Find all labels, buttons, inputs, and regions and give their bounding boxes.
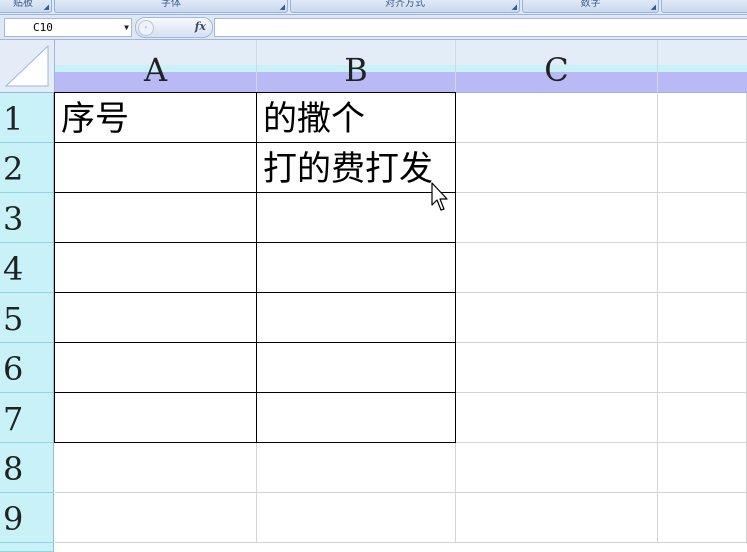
cell-d3[interactable] [658,193,747,243]
ribbon-group-labels: 贴板 ◢ 字体 ◢ 对齐方式 ◢ 数字 ◢ 样 [0,0,747,15]
ribbon-group-clipboard[interactable]: 贴板 ◢ [0,0,52,13]
cell-d1[interactable] [658,93,747,143]
row-header-6[interactable]: 6 [0,343,54,393]
row-header-9[interactable]: 9 [0,493,54,543]
cell-d8[interactable] [658,443,747,493]
ribbon-group-alignment[interactable]: 对齐方式 ◢ [290,0,520,13]
cell-a4[interactable] [55,243,257,293]
cell-b3[interactable] [257,193,456,243]
cell-c4[interactable] [456,243,658,293]
cell-c7[interactable] [456,393,658,443]
row-header-3[interactable]: 3 [0,193,54,243]
dialog-launcher-icon[interactable]: ◢ [512,0,517,12]
cell-b6[interactable] [257,343,456,393]
ribbon-group-number[interactable]: 数字 ◢ [522,0,659,13]
select-all-triangle-icon [4,44,49,87]
cell-b5[interactable] [257,293,456,343]
cell-a9[interactable] [55,493,257,543]
name-box[interactable]: C10 ▼ [4,18,132,37]
cell-c9[interactable] [456,493,658,543]
row-header-7[interactable]: 7 [0,393,54,443]
cell-a2[interactable] [55,143,257,193]
cell-d6[interactable] [658,343,747,393]
cell-b1[interactable]: 的撒个 [257,93,456,143]
cell-b4[interactable] [257,243,456,293]
column-header-c[interactable]: C [456,40,658,93]
cell-a6[interactable] [55,343,257,393]
cell-c5[interactable] [456,293,658,343]
formula-input[interactable] [214,18,747,37]
select-all-button[interactable] [0,40,55,93]
cell-b8[interactable] [257,443,456,493]
ribbon-group-font[interactable]: 字体 ◢ [54,0,288,13]
row-header-10[interactable] [0,543,54,552]
dialog-launcher-icon[interactable]: ◢ [651,0,656,12]
ribbon-group-label: 对齐方式 [385,0,425,9]
cell-c2[interactable] [456,143,658,193]
cell-a1[interactable]: 序号 [55,93,257,143]
cell-d7[interactable] [658,393,747,443]
ribbon-group-styles[interactable]: 样 [661,0,747,13]
cell-c6[interactable] [456,343,658,393]
row-header-4[interactable]: 4 [0,243,54,293]
cell-a3[interactable] [55,193,257,243]
cell-d5[interactable] [658,293,747,343]
cell-c1[interactable] [456,93,658,143]
cell-c3[interactable] [456,193,658,243]
cell-b7[interactable] [257,393,456,443]
dialog-launcher-icon[interactable]: ◢ [44,0,49,12]
cell-d4[interactable] [658,243,747,293]
column-header-b[interactable]: B [257,40,456,93]
mouse-cursor-icon [431,182,448,211]
dialog-launcher-icon[interactable]: ◢ [280,0,285,12]
ribbon-group-label: 数字 [580,0,601,9]
formula-bar: C10 ▼ ◦ fx [0,15,747,40]
insert-function-button[interactable]: ◦ fx [135,17,213,38]
row-header-2[interactable]: 2 [0,143,54,193]
row-header-5[interactable]: 5 [0,293,54,343]
row-header-8[interactable]: 8 [0,443,54,493]
name-box-value: C10 [33,21,53,34]
row-header-1[interactable]: 1 [0,93,54,143]
fx-icon: fx [194,20,206,33]
cell-a7[interactable] [55,393,257,443]
cell-b2[interactable]: 打的费打发 [257,143,456,193]
expand-handle-icon[interactable]: ◦ [138,20,154,36]
cell-d9[interactable] [658,493,747,543]
chevron-down-icon[interactable]: ▼ [124,19,129,36]
cell-a8[interactable] [55,443,257,493]
cell-a5[interactable] [55,293,257,343]
column-header-a[interactable]: A [55,40,257,93]
ribbon-group-label: 贴板 [13,0,33,9]
column-header-d[interactable] [658,40,747,93]
cell-b9[interactable] [257,493,456,543]
ribbon-group-label: 字体 [161,0,181,9]
cell-d2[interactable] [658,143,747,193]
cell-c8[interactable] [456,443,658,493]
